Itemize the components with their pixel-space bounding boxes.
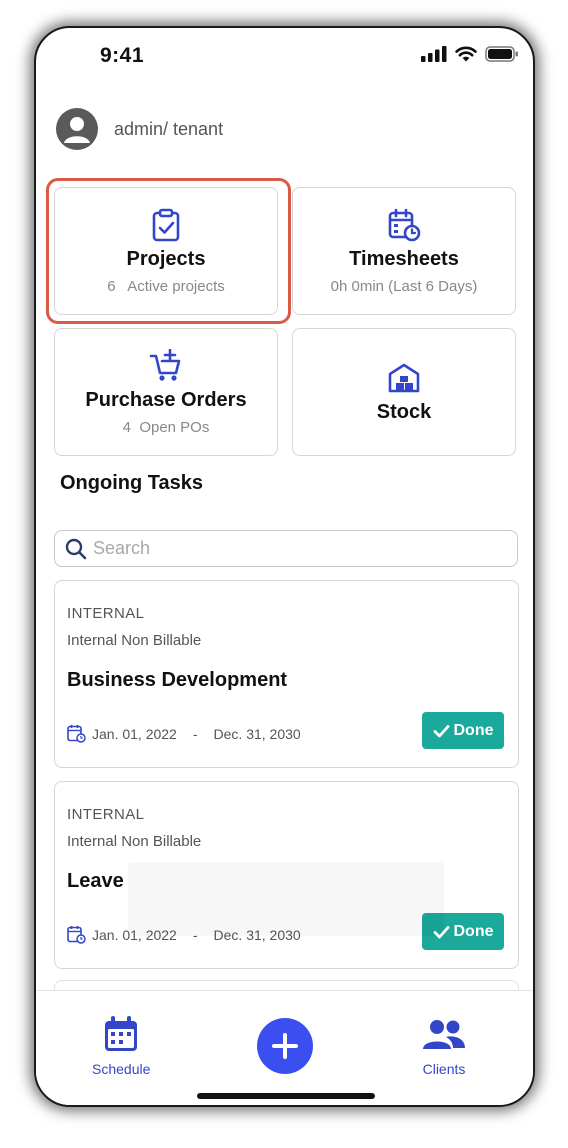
nav-clients-label: Clients: [422, 1061, 466, 1077]
purchase-orders-card[interactable]: Purchase Orders 4 Open POs: [54, 328, 278, 456]
nav-schedule-label: Schedule: [92, 1061, 151, 1077]
search-input[interactable]: [93, 538, 473, 559]
projects-subtitle-text: Active projects: [127, 277, 225, 295]
task-category: INTERNAL: [67, 605, 145, 622]
task-billing: Internal Non Billable: [67, 632, 202, 649]
account-header[interactable]: admin/ tenant: [56, 108, 223, 150]
done-button[interactable]: Done: [422, 712, 504, 749]
task-start-date: Jan. 01, 2022: [92, 725, 177, 742]
timesheets-card[interactable]: Timesheets 0h 0min (Last 6 Days): [292, 187, 516, 315]
projects-card[interactable]: Projects 6 Active projects: [54, 187, 278, 315]
user-label: admin/ tenant: [114, 118, 224, 139]
calendar-clock-icon: [388, 208, 421, 241]
clipboard-check-icon: [152, 208, 180, 241]
cellular-signal-icon: [421, 46, 447, 62]
timesheets-subtitle: 0h 0min (Last 6 Days): [330, 277, 478, 295]
nav-schedule[interactable]: Schedule: [92, 1015, 150, 1077]
status-icons: [421, 46, 519, 62]
task-name: Leave: [67, 870, 124, 892]
timesheets-title: Timesheets: [349, 247, 459, 270]
purchase-orders-subtitle: 4 Open POs: [123, 419, 210, 436]
avatar-icon[interactable]: [56, 108, 98, 150]
search-icon: [65, 538, 87, 559]
projects-title: Projects: [126, 247, 206, 270]
warehouse-icon: [388, 363, 420, 392]
plus-icon: [272, 1033, 298, 1059]
home-indicator: [197, 1093, 375, 1099]
purchase-orders-title: Purchase Orders: [85, 388, 247, 411]
status-time: 9:41: [100, 44, 145, 67]
add-button[interactable]: [257, 1018, 313, 1074]
done-label: Done: [453, 721, 494, 739]
search-bar[interactable]: [54, 530, 518, 567]
stock-title: Stock: [376, 400, 432, 423]
cart-add-icon: [149, 348, 181, 381]
battery-icon: [485, 46, 518, 62]
toast-overlay: [128, 862, 444, 936]
stock-card[interactable]: Stock: [292, 328, 516, 456]
purchase-orders-subtitle-text: Open POs: [139, 418, 210, 436]
people-icon: [423, 1020, 465, 1049]
purchase-orders-count: 4: [122, 418, 131, 436]
task-card[interactable]: INTERNAL Internal Non Billable Business …: [54, 580, 519, 768]
task-dates: Jan. 01, 2022 - Dec. 31, 2030: [67, 724, 301, 743]
phone-frame: 9:41 admin/ tenant Projects 6 Active pro…: [34, 26, 535, 1107]
calendar-icon: [105, 1016, 138, 1051]
nav-clients[interactable]: Clients: [422, 1015, 466, 1077]
task-billing: Internal Non Billable: [67, 833, 202, 850]
projects-subtitle: 6 Active projects: [107, 278, 225, 295]
date-separator: -: [192, 725, 198, 742]
check-icon: [433, 724, 449, 737]
ongoing-tasks-heading: Ongoing Tasks: [60, 472, 203, 494]
calendar-clock-icon: [67, 725, 86, 743]
bottom-nav: Schedule Clients: [36, 990, 533, 1105]
task-category: INTERNAL: [67, 806, 145, 823]
task-name: Business Development: [67, 669, 288, 691]
done-label: Done: [453, 922, 494, 940]
task-end-date: Dec. 31, 2030: [213, 725, 301, 742]
wifi-icon: [455, 46, 477, 62]
calendar-clock-icon: [67, 926, 86, 944]
projects-count: 6: [107, 277, 116, 295]
